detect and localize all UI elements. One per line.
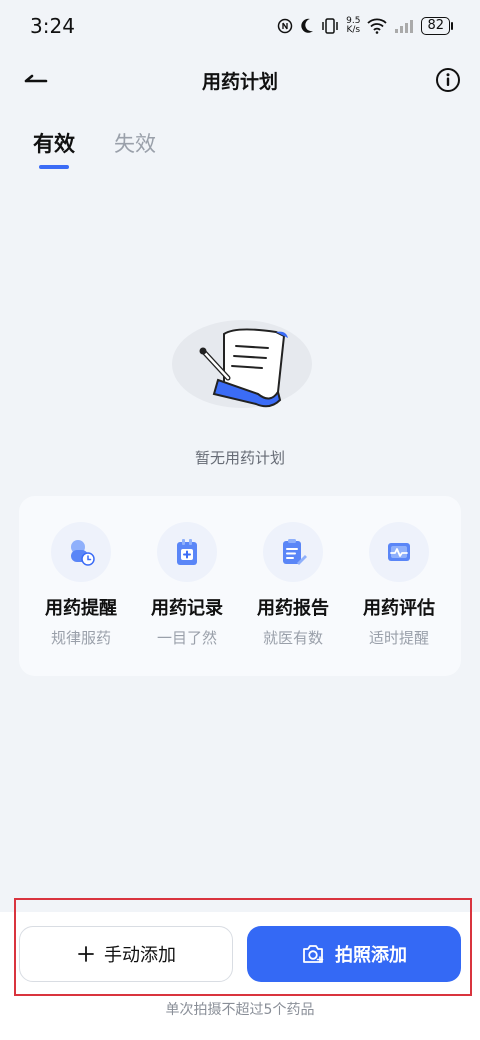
pulse-chart-icon <box>388 543 410 561</box>
plus-icon <box>78 946 94 962</box>
info-button[interactable] <box>434 66 462 94</box>
feature-title: 用药记录 <box>151 598 223 619</box>
report-icon <box>283 539 307 565</box>
tab-active[interactable]: 有效 <box>33 128 75 158</box>
empty-state-text: 暂无用药计划 <box>194 449 285 467</box>
manual-add-label: 手动添加 <box>104 945 176 966</box>
feature-title: 用药评估 <box>363 598 435 619</box>
status-icons: 9.5 K/s 82 <box>277 15 453 37</box>
manual-add-button[interactable]: 手动添加 <box>19 926 233 982</box>
app-header: 用药计划 <box>0 52 480 108</box>
net-speed-unit: K/s <box>346 25 361 35</box>
camera-icon <box>303 945 324 963</box>
feature-icon-circle <box>369 522 429 582</box>
signal-icon <box>395 20 414 33</box>
nfc-icon <box>277 18 293 34</box>
feature-subtitle: 一目了然 <box>156 629 217 647</box>
feature-icon-circle <box>51 522 111 582</box>
feature-medication-record: 用药记录 一目了然 <box>132 522 242 648</box>
feature-icon-circle <box>157 522 217 582</box>
tab-inactive[interactable]: 失效 <box>114 128 156 158</box>
feature-title: 用药提醒 <box>45 598 117 619</box>
feature-medication-assessment: 用药评估 适时提醒 <box>344 522 454 648</box>
photo-add-label: 拍照添加 <box>335 945 407 966</box>
pill-clock-icon <box>71 540 95 566</box>
status-time: 3:24 <box>30 14 75 38</box>
battery-indicator: 82 <box>421 17 453 35</box>
photo-add-button[interactable]: 拍照添加 <box>247 926 461 982</box>
feature-icon-circle <box>263 522 323 582</box>
feature-medication-reminder: 用药提醒 规律服药 <box>26 522 136 648</box>
feature-subtitle: 就医有数 <box>262 629 323 647</box>
photo-limit-hint: 单次拍摄不超过5个药品 <box>165 1002 315 1018</box>
feature-subtitle: 适时提醒 <box>368 629 429 647</box>
wifi-icon <box>367 18 388 34</box>
info-icon <box>436 68 460 92</box>
page-title: 用药计划 <box>201 71 278 93</box>
feature-subtitle: 规律服药 <box>50 629 111 647</box>
status-bar: 3:24 9.5 K/s 82 <box>0 0 480 52</box>
feature-medication-report: 用药报告 就医有数 <box>238 522 348 648</box>
vibrate-icon <box>322 18 338 34</box>
feature-title: 用药报告 <box>257 598 329 619</box>
net-speed: 9.5 K/s <box>346 17 360 35</box>
moon-icon <box>301 18 314 33</box>
features-card: 用药提醒 规律服药 用药记录 一目了然 用药报告 就医有数 用药评估 适时提醒 <box>19 496 461 676</box>
empty-list-illustration <box>172 320 312 408</box>
tab-bar: 有效 失效 <box>0 118 480 178</box>
medical-record-icon <box>177 539 197 565</box>
tab-indicator <box>39 165 69 169</box>
